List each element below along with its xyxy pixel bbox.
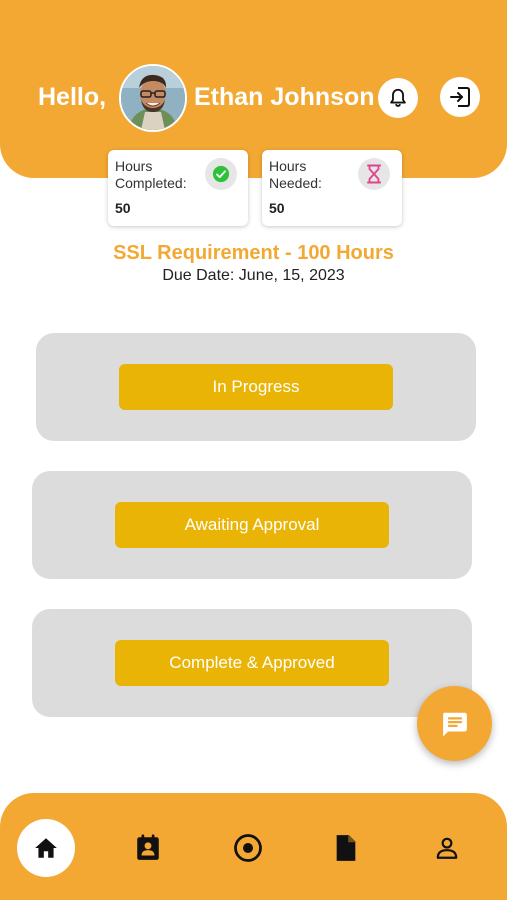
nav-target[interactable]: [219, 819, 277, 877]
avatar-image: [121, 66, 185, 130]
complete-approved-panel: Complete & Approved: [32, 609, 472, 717]
document-icon: [336, 835, 356, 861]
nav-documents[interactable]: [317, 819, 375, 877]
hours-completed-label: Hours Completed:: [115, 158, 187, 191]
complete-approved-button[interactable]: Complete & Approved: [115, 640, 389, 686]
hours-needed-value: 50: [269, 200, 285, 216]
bottom-nav: [0, 793, 507, 900]
user-name: Ethan Johnson: [194, 83, 375, 111]
home-icon: [35, 838, 57, 858]
awaiting-approval-panel: Awaiting Approval: [32, 471, 472, 579]
nav-home[interactable]: [17, 819, 75, 877]
check-circle-icon: [205, 158, 237, 190]
nav-contacts[interactable]: [119, 819, 177, 877]
hours-needed-card: Hours Needed: 50: [262, 150, 402, 226]
profile-icon: [436, 837, 458, 859]
requirement-title: SSL Requirement - 100 Hours: [113, 242, 394, 264]
hours-completed-value: 50: [115, 200, 131, 216]
in-progress-button[interactable]: In Progress: [119, 364, 393, 410]
chat-icon: [442, 712, 467, 736]
hours-completed-card: Hours Completed: 50: [108, 150, 248, 226]
hourglass-icon: [358, 158, 390, 190]
logout-button[interactable]: [440, 77, 480, 117]
due-date: Due Date: June, 15, 2023: [162, 267, 345, 284]
in-progress-panel: In Progress: [36, 333, 476, 441]
greeting-text: Hello,: [38, 83, 107, 111]
nav-profile[interactable]: [418, 819, 476, 877]
notifications-button[interactable]: [378, 78, 418, 118]
contact-book-icon: [137, 834, 159, 860]
logout-icon: [450, 87, 470, 107]
chat-button[interactable]: [417, 686, 492, 761]
hours-needed-label: Hours Needed:: [269, 158, 322, 191]
target-icon: [234, 834, 262, 862]
avatar[interactable]: [119, 64, 187, 132]
header: Hello, Ethan Johnson: [0, 0, 507, 178]
awaiting-approval-button[interactable]: Awaiting Approval: [115, 502, 389, 548]
bell-icon: [390, 88, 406, 107]
